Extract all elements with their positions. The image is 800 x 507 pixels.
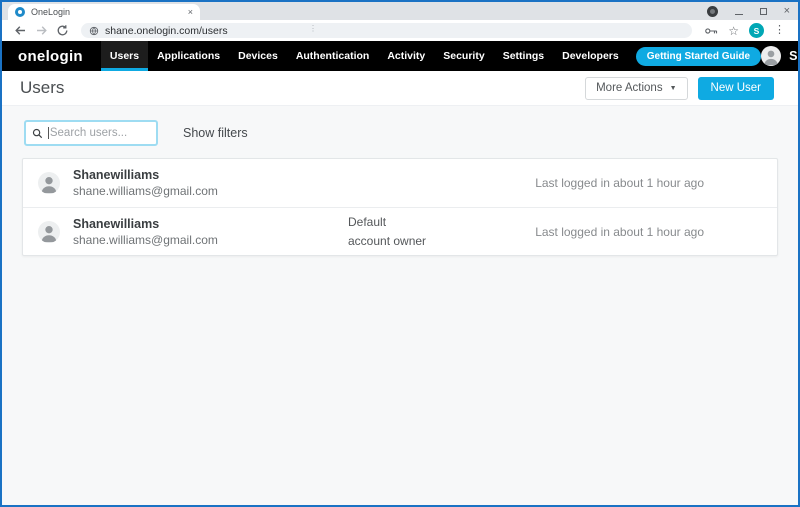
nav-item-devices[interactable]: Devices (229, 41, 287, 71)
more-actions-button[interactable]: More Actions ▼ (585, 77, 687, 100)
password-key-icon[interactable] (705, 27, 718, 35)
user-row[interactable]: Shanewilliams shane.williams@gmail.com D… (23, 207, 777, 255)
nav-item-developers[interactable]: Developers (553, 41, 628, 71)
account-menu[interactable]: Shane (761, 46, 800, 66)
browser-menu-icon[interactable]: ⋮ (774, 25, 785, 36)
tab-title: OneLogin (31, 7, 188, 17)
user-name[interactable]: Shanewilliams (73, 216, 325, 232)
address-bar[interactable]: shane.onelogin.com/users ⋮ (81, 23, 692, 38)
user-email: shane.williams@gmail.com (73, 232, 325, 248)
user-row[interactable]: Shanewilliams shane.williams@gmail.com L… (23, 159, 777, 207)
browser-profile-avatar[interactable]: S (749, 23, 764, 38)
forward-icon[interactable] (35, 24, 48, 37)
maximize-button[interactable] (760, 8, 767, 15)
user-identity: Shanewilliams shane.williams@gmail.com (73, 167, 325, 199)
nav-item-users[interactable]: Users (101, 41, 148, 71)
nav-item-authentication[interactable]: Authentication (287, 41, 379, 71)
user-role-line: Default (348, 213, 528, 232)
tab-close-icon[interactable]: × (188, 8, 193, 17)
onelogin-favicon-icon (15, 7, 25, 17)
nav-item-security[interactable]: Security (434, 41, 493, 71)
user-avatar (761, 46, 781, 66)
last-login-status: Last logged in about 1 hour ago (535, 225, 704, 239)
tab-strip: OneLogin × × (2, 2, 798, 20)
search-users-input[interactable] (49, 127, 150, 139)
new-user-button[interactable]: New User (698, 77, 774, 100)
search-box[interactable] (24, 120, 158, 146)
user-identity: Shanewilliams shane.williams@gmail.com (73, 216, 325, 248)
window-close-button[interactable]: × (784, 6, 790, 17)
bookmark-star-icon[interactable]: ☆ (728, 25, 739, 37)
main-content: Show filters Shanewilliams shane.william… (2, 106, 798, 505)
onelogin-navbar: onelogin Users Applications Devices Auth… (2, 41, 798, 71)
site-globe-icon[interactable] (89, 26, 99, 36)
reload-icon[interactable] (56, 24, 69, 37)
browser-toolbar: shane.onelogin.com/users ⋮ ☆ S ⋮ (2, 20, 798, 41)
page-title: Users (20, 78, 585, 98)
browser-tab[interactable]: OneLogin × (8, 4, 200, 20)
users-list-card: Shanewilliams shane.williams@gmail.com L… (22, 158, 778, 256)
recording-indicator-icon (707, 6, 718, 17)
window-controls: × (707, 5, 790, 17)
browser-window: OneLogin × × shane.onelogin.com/users ⋮ (0, 0, 800, 507)
more-actions-label: More Actions (596, 82, 662, 94)
user-role-line: account owner (348, 232, 528, 251)
user-name[interactable]: Shanewilliams (73, 167, 325, 183)
omnibox-dots-icon: ⋮ (309, 24, 317, 33)
search-row: Show filters (24, 120, 778, 146)
back-icon[interactable] (14, 24, 27, 37)
minimize-button[interactable] (735, 14, 743, 15)
user-role: Default account owner (348, 213, 528, 251)
last-login-status: Last logged in about 1 hour ago (535, 176, 704, 190)
show-filters-link[interactable]: Show filters (183, 126, 248, 140)
account-name: Shane (789, 49, 800, 63)
url-text[interactable]: shane.onelogin.com/users (105, 25, 228, 37)
nav-item-applications[interactable]: Applications (148, 41, 229, 71)
search-icon (32, 128, 43, 139)
nav-item-settings[interactable]: Settings (494, 41, 553, 71)
user-avatar (38, 172, 60, 194)
getting-started-guide-button[interactable]: Getting Started Guide (636, 47, 761, 66)
onelogin-logo[interactable]: onelogin (18, 48, 83, 65)
nav-item-activity[interactable]: Activity (378, 41, 434, 71)
user-avatar (38, 221, 60, 243)
page-header: Users More Actions ▼ New User (2, 71, 798, 106)
user-email: shane.williams@gmail.com (73, 183, 325, 199)
chevron-down-icon: ▼ (670, 85, 677, 92)
